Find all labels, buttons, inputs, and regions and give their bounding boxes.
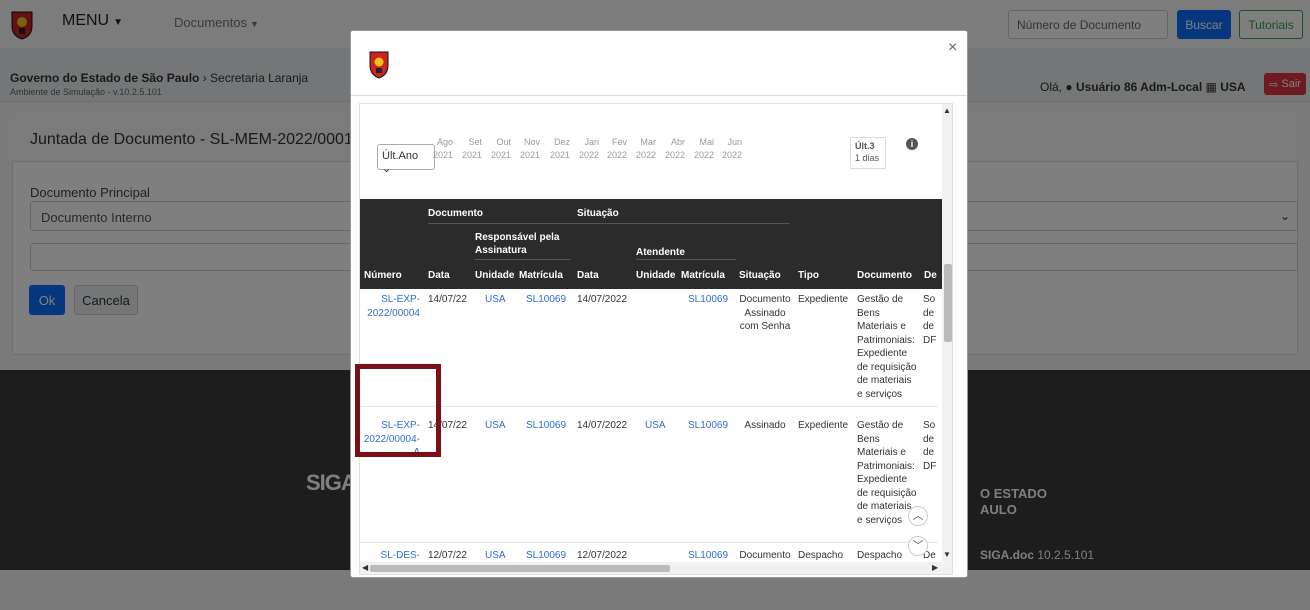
horizontal-scrollbar-thumb[interactable] (370, 565, 670, 572)
vertical-scrollbar-thumb[interactable] (944, 264, 952, 342)
document-number-link[interactable]: SL-EXP- 2022/00004 (360, 293, 420, 320)
header-tipo[interactable]: Tipo (798, 270, 819, 281)
highlight-box (355, 364, 441, 457)
header-responsavel: Responsável pela (475, 232, 560, 243)
header-situacao: Situação (577, 208, 619, 219)
cell-tipo: Expediente (798, 420, 849, 431)
month-filter-4[interactable]: Dez 2021 (540, 136, 570, 162)
cell-de: So de de DF (923, 294, 937, 346)
cell-documento: Gestão de Bens Materiais e Patrimoniais:… (857, 294, 917, 400)
cell-matricula[interactable]: SL10069 (526, 549, 566, 563)
cell-situacao: Assinado (744, 420, 786, 431)
cell-data: 14/07/22 (428, 294, 467, 305)
header-data-situacao[interactable]: Data (577, 270, 599, 281)
table-row[interactable]: SL-EXP- 2022/00004- A 14/07/22 USA SL100… (360, 407, 938, 543)
modal-divider (351, 95, 967, 96)
header-data[interactable]: Data (428, 270, 450, 281)
cell-tipo: Expediente (798, 294, 849, 305)
cell-unidade[interactable]: USA (485, 293, 506, 307)
month-filter-2[interactable]: Out 2021 (481, 136, 511, 162)
cell-matricula-atendente[interactable]: SL10069 (688, 293, 728, 307)
chevron-up-icon: ︿ (912, 510, 924, 522)
scroll-arrow-down-icon[interactable]: ▼ (943, 550, 951, 559)
month-filter-9[interactable]: Mai 2022 (684, 136, 714, 162)
header-de[interactable]: De (924, 270, 937, 281)
header-situacao-col[interactable]: Situação (739, 270, 781, 281)
month-filter-0[interactable]: Ago 2021 (423, 136, 453, 162)
cell-matricula[interactable]: SL10069 (526, 293, 566, 307)
cell-data-situacao: 14/07/2022 (577, 294, 628, 305)
table-row[interactable]: SL-EXP- 2022/00004 14/07/22 USA SL10069 … (360, 289, 938, 407)
cell-data-situacao: 14/07/2022 (577, 420, 628, 431)
chevron-down-icon: ⌄ (382, 163, 392, 175)
modal-body: Últ.Ano ⌄ Ago 2021 Set 2021 Out 2021 Nov 2021 De… (359, 103, 953, 575)
scroll-down-button[interactable]: ﹀ (908, 536, 928, 556)
header-atendente: Atendente (636, 247, 685, 258)
table-header: Documento Situação Responsável pela Assi… (360, 199, 950, 289)
cell-matricula-atendente[interactable]: SL10069 (688, 419, 728, 433)
document-selector-modal: × Últ.Ano ⌄ Ago 2021 Set 2021 Out 2021 Nov 2021… (350, 30, 968, 578)
cell-data: 12/07/22 (428, 550, 467, 561)
info-icon[interactable]: i (906, 138, 918, 150)
cell-tipo: Despacho (798, 550, 844, 561)
scroll-up-button[interactable]: ︿ (908, 506, 928, 526)
cell-unidade[interactable]: USA (485, 419, 506, 433)
cell-situacao: Documento Assinado com Senha (739, 294, 791, 332)
scroll-arrow-right-icon[interactable]: ▶ (932, 563, 938, 572)
cell-unidade-atendente[interactable]: USA (645, 419, 666, 433)
month-filter-7[interactable]: Mar 2022 (626, 136, 656, 162)
cell-data-situacao: 12/07/2022 (577, 550, 628, 561)
cell-documento: Gestão de Bens Materiais e Patrimoniais:… (857, 420, 917, 526)
header-unidade-atendente[interactable]: Unidade (636, 270, 675, 281)
close-icon[interactable]: × (948, 39, 957, 57)
header-documento-col[interactable]: Documento (857, 270, 912, 281)
cell-matricula[interactable]: SL10069 (526, 419, 566, 433)
sp-coat-of-arms-logo (369, 51, 389, 79)
cell-unidade[interactable]: USA (485, 549, 506, 563)
header-matricula-atendente[interactable]: Matrícula (681, 270, 725, 281)
header-unidade[interactable]: Unidade (475, 270, 514, 281)
cell-matricula-atendente[interactable]: SL10069 (688, 549, 728, 563)
scroll-arrow-left-icon[interactable]: ◀ (362, 563, 368, 572)
month-filter-3[interactable]: Nov 2021 (510, 136, 540, 162)
header-numero[interactable]: Número (364, 270, 402, 281)
month-filter-8[interactable]: Abr 2022 (655, 136, 685, 162)
header-matricula[interactable]: Matrícula (519, 270, 563, 281)
month-filter-6[interactable]: Fev 2022 (597, 136, 627, 162)
month-filter-1[interactable]: Set 2021 (452, 136, 482, 162)
month-filter-5[interactable]: Jan 2022 (569, 136, 599, 162)
header-assinatura: Assinatura (475, 245, 527, 256)
period-filter: Últ.Ano ⌄ Ago 2021 Set 2021 Out 2021 Nov 2021 De… (360, 104, 950, 176)
month-filter-10[interactable]: Jun 2022 (712, 136, 742, 162)
cell-documento: Despacho (857, 550, 903, 561)
cell-de: So de de DF (923, 420, 937, 472)
header-documento: Documento (428, 208, 483, 219)
scroll-arrow-up-icon[interactable]: ▲ (943, 106, 951, 115)
ultimos-3-dias-button[interactable]: Últ.3 1 dias (850, 137, 886, 169)
chevron-down-icon: ﹀ (912, 540, 924, 552)
